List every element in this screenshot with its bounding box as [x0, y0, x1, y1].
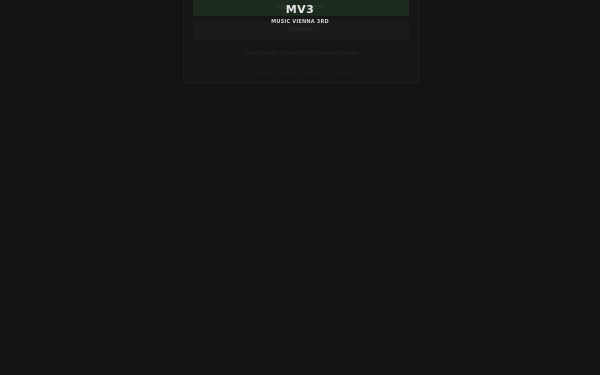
privacy-footer-links[interactable]: Cookie-Details | Datenschutzerklärung | … — [184, 70, 418, 75]
page: Alle akzeptieren Ablehnen Individuelle D… — [0, 0, 600, 375]
site-logo: MV3 MUSIC VIENNA 3RD — [0, 3, 600, 25]
logo-subtitle: MUSIC VIENNA 3RD — [271, 19, 329, 25]
individual-privacy-settings-link[interactable]: Individuelle Datenschutzeinstellungen — [184, 50, 418, 57]
logo-mark: MV3 — [285, 3, 315, 16]
